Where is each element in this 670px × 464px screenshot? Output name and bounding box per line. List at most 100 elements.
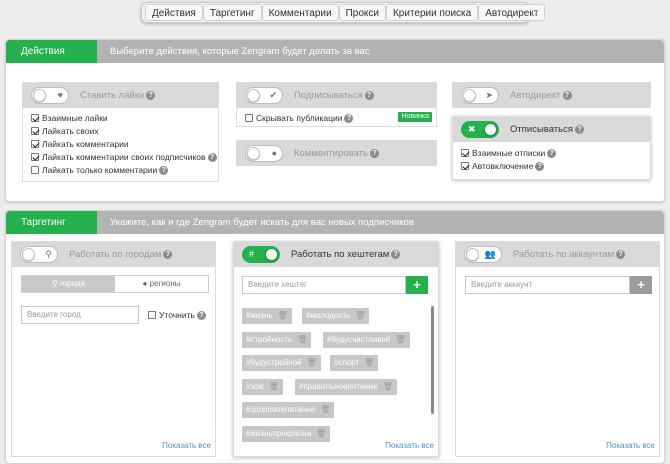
hashtag-chip: #жизнь 🗑 bbox=[242, 308, 292, 324]
likes-card: ♥ Ставить лайки? Взаимные лайки Лайкать … bbox=[22, 82, 219, 182]
close-icon: ✖ bbox=[468, 124, 476, 134]
actions-panel-header: Действия Выберите действия, которые Zeng… bbox=[6, 40, 664, 63]
seg-cities[interactable]: ⚲ города bbox=[22, 276, 115, 292]
help-icon[interactable]: ? bbox=[574, 125, 584, 134]
add-hashtag-button[interactable]: + bbox=[406, 276, 428, 294]
autodirect-card: ➤ Автодирект? bbox=[452, 82, 651, 108]
heart-icon: ♥ bbox=[57, 90, 63, 100]
help-icon[interactable]: ? bbox=[344, 114, 354, 123]
accounts-show-all-link[interactable]: Показать все bbox=[606, 441, 655, 450]
globe-icon: ● bbox=[142, 279, 150, 288]
unfollow-card-title: Отписываться bbox=[510, 124, 573, 135]
help-icon[interactable]: ? bbox=[547, 149, 557, 158]
hashtag-chip: #будусчастливой 🗑 bbox=[323, 332, 410, 348]
hashtag-icon: # bbox=[249, 249, 255, 259]
help-icon[interactable]: ? bbox=[207, 153, 217, 162]
hashtags-card-header: # Работать по хештегам? bbox=[234, 242, 438, 267]
trash-icon[interactable]: 🗑 bbox=[364, 358, 374, 367]
cities-show-all-link[interactable]: Показать все bbox=[162, 441, 211, 450]
trash-icon[interactable]: 🗑 bbox=[278, 311, 288, 320]
hashtag-list-scrollbar[interactable] bbox=[431, 306, 434, 414]
checkbox-like-own[interactable]: Лайкать своих bbox=[31, 126, 99, 136]
cities-card: ⚲ Работать по городам? ⚲ города ● регион… bbox=[11, 241, 216, 457]
checkbox-hide-posts[interactable]: Скрывать публикации? bbox=[245, 113, 354, 123]
accounts-card-title: Работать по аккаунтам bbox=[513, 249, 615, 260]
hashtag-chip: #жизньпрекрасна 🗑 bbox=[242, 426, 331, 442]
trash-icon[interactable]: 🗑 bbox=[269, 382, 279, 391]
comment-card-title: Комментировать bbox=[294, 148, 368, 159]
tab-targeting[interactable]: Таргетинг bbox=[202, 4, 262, 21]
checkbox-auto-enable[interactable]: Автовключение? bbox=[461, 161, 545, 171]
checkbox-like-comments[interactable]: Лайкать комментарии bbox=[31, 139, 129, 149]
trash-icon[interactable]: 🗑 bbox=[297, 335, 307, 344]
tab-proxy[interactable]: Прокси bbox=[338, 4, 386, 21]
unfollow-card: ✖ Отписываться? Взаимные отписки? Автовк… bbox=[452, 116, 651, 180]
paper-plane-icon: ➤ bbox=[485, 90, 493, 100]
cities-toggle[interactable]: ⚲ bbox=[20, 246, 58, 263]
unfollow-card-header: ✖ Отписываться? bbox=[453, 117, 650, 142]
hashtag-input[interactable]: Введите хештег bbox=[242, 276, 406, 294]
accounts-card: 👥 Работать по аккаунтам? Введите аккаунт… bbox=[455, 241, 660, 457]
trash-icon[interactable]: 🗑 bbox=[395, 335, 405, 344]
likes-toggle[interactable]: ♥ bbox=[31, 87, 69, 104]
tab-comments[interactable]: Комментарии bbox=[261, 4, 339, 21]
tab-actions[interactable]: Действия bbox=[145, 4, 203, 21]
help-icon[interactable]: ? bbox=[163, 250, 173, 259]
help-icon[interactable]: ? bbox=[159, 166, 169, 175]
likes-card-header: ♥ Ставить лайки? bbox=[23, 83, 218, 108]
comment-card-header: ● Комментировать? bbox=[237, 141, 436, 166]
cities-regions-switch: ⚲ города ● регионы bbox=[21, 275, 209, 293]
actions-panel-description: Выберите действия, которые Zengram будет… bbox=[110, 46, 370, 57]
checkbox-like-only-comments[interactable]: Лайкать только комментарии? bbox=[31, 165, 169, 175]
trash-icon[interactable]: 🗑 bbox=[355, 311, 365, 320]
users-icon: 👥 bbox=[484, 249, 496, 259]
likes-card-title: Ставить лайки bbox=[80, 90, 145, 101]
hashtags-show-all-link[interactable]: Показать все bbox=[385, 441, 434, 450]
trash-icon[interactable]: 🗑 bbox=[320, 405, 330, 414]
city-input[interactable]: Введите город bbox=[21, 306, 139, 324]
tab-autodirect[interactable]: Автодирект bbox=[478, 4, 546, 21]
autodirect-card-header: ➤ Автодирект? bbox=[453, 83, 650, 108]
account-input[interactable]: Введите аккаунт bbox=[465, 276, 630, 294]
map-marker-icon: ⚲ bbox=[45, 249, 52, 259]
tab-search-criteria[interactable]: Критерии поиска bbox=[385, 4, 479, 21]
hashtag-chip: #зож 🗑 bbox=[242, 379, 283, 395]
comment-card: ● Комментировать? bbox=[236, 140, 437, 166]
accounts-toggle[interactable]: 👥 bbox=[464, 246, 502, 263]
help-icon[interactable]: ? bbox=[562, 91, 572, 100]
autodirect-toggle[interactable]: ➤ bbox=[461, 87, 499, 104]
new-badge: Новинка bbox=[398, 112, 432, 122]
trash-icon[interactable]: 🗑 bbox=[316, 429, 326, 438]
help-icon[interactable]: ? bbox=[391, 250, 401, 259]
actions-panel-tag: Действия bbox=[6, 40, 97, 63]
cities-card-title: Работать по городам bbox=[69, 249, 162, 260]
help-icon[interactable]: ? bbox=[616, 250, 626, 259]
checkbox-refine[interactable]: Уточнить? bbox=[148, 310, 206, 320]
add-account-button[interactable]: + bbox=[630, 276, 652, 294]
check-icon: ✔ bbox=[269, 90, 277, 100]
follow-card: ✔ Подписываться? Скрывать публикации? Но… bbox=[236, 82, 437, 127]
top-navigation: Действия Таргетинг Комментарии Прокси Кр… bbox=[141, 2, 546, 23]
trash-icon[interactable]: 🗑 bbox=[383, 382, 393, 391]
hashtag-chip: #правильноепитание 🗑 bbox=[295, 379, 397, 395]
checkbox-mutual-likes[interactable]: Взаимные лайки bbox=[31, 113, 108, 123]
seg-regions[interactable]: ● регионы bbox=[115, 276, 208, 292]
hashtag-chip: #спорт 🗑 bbox=[330, 355, 379, 371]
follow-card-header: ✔ Подписываться? bbox=[237, 83, 436, 108]
unfollow-toggle[interactable]: ✖ bbox=[461, 121, 499, 138]
help-icon[interactable]: ? bbox=[535, 162, 545, 171]
follow-toggle[interactable]: ✔ bbox=[245, 87, 283, 104]
checkbox-mutual-unfollow[interactable]: Взаимные отписки? bbox=[461, 148, 557, 158]
cities-card-header: ⚲ Работать по городам? bbox=[12, 242, 215, 267]
map-marker-icon: ⚲ bbox=[51, 279, 61, 288]
trash-icon[interactable]: 🗑 bbox=[307, 358, 317, 367]
hashtags-card-title: Работать по хештегам bbox=[291, 249, 390, 260]
help-icon[interactable]: ? bbox=[196, 311, 206, 320]
help-icon[interactable]: ? bbox=[369, 149, 379, 158]
checkbox-like-follower-comments[interactable]: Лайкать комментарии своих подписчиков? bbox=[31, 152, 217, 162]
comment-toggle[interactable]: ● bbox=[245, 145, 283, 162]
help-icon[interactable]: ? bbox=[146, 91, 156, 100]
hashtags-toggle[interactable]: # bbox=[242, 246, 280, 263]
hashtag-chip: #здоровоепитание 🗑 bbox=[242, 402, 335, 418]
help-icon[interactable]: ? bbox=[364, 91, 374, 100]
